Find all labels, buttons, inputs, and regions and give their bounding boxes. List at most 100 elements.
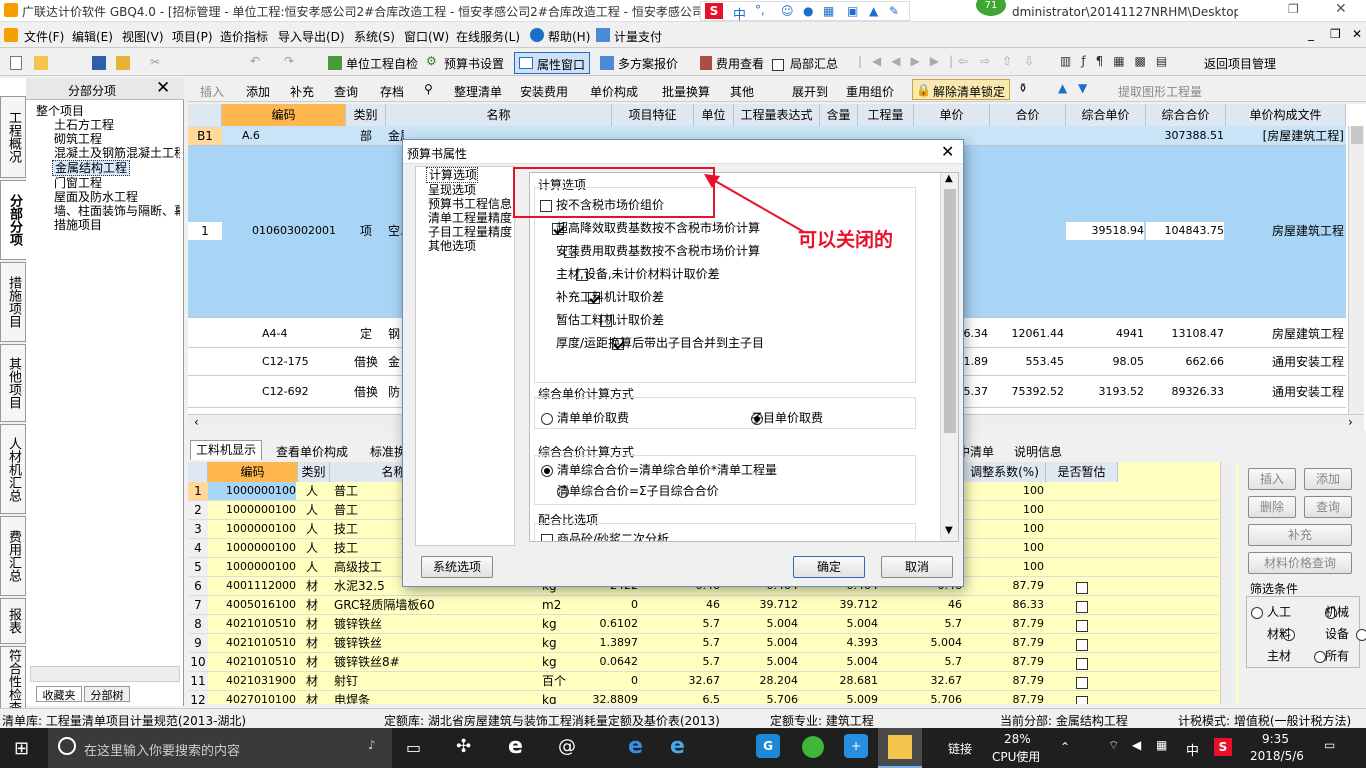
query-menu[interactable]: 查询 xyxy=(334,83,358,100)
archive-menu[interactable]: 存档 xyxy=(380,83,404,100)
expand-menu[interactable]: 展开到 xyxy=(792,83,828,100)
supplement-menu[interactable]: 补充 xyxy=(290,83,314,100)
tree-item[interactable]: 措施项目 xyxy=(30,218,180,232)
green-icon[interactable] xyxy=(802,736,824,758)
scroll-up-icon[interactable]: ▲ xyxy=(945,173,953,184)
tab-fee-summary[interactable]: 费用汇总 xyxy=(0,516,26,596)
extract-quantity-button[interactable]: 提取图形工程量 xyxy=(1118,83,1202,100)
table-row[interactable]: 12 4027010100 材 电焊条 kg 32.8809 6.5 5.706 5.009 5.… xyxy=(188,691,1218,704)
unit-composition-menu[interactable]: 单价构成 xyxy=(590,83,638,100)
ime-lang[interactable]: 中 xyxy=(733,4,746,23)
bcol-estimate[interactable]: 是否暂估 xyxy=(1046,462,1118,482)
tray-ime[interactable]: 中 xyxy=(1186,740,1199,759)
menu-file[interactable]: 文件(F) xyxy=(24,28,64,45)
scroll-left-icon[interactable]: ‹ xyxy=(194,415,199,429)
col-file[interactable]: 单价构成文件 xyxy=(1226,104,1346,126)
panel-close-icon[interactable]: ✕ xyxy=(156,78,170,98)
favorites-tab[interactable]: 收藏夹 xyxy=(36,686,82,702)
left-hscroll[interactable] xyxy=(30,666,180,682)
restore-icon[interactable]: ❐ xyxy=(1288,2,1299,16)
tree-item-selected[interactable]: 金属结构工程 xyxy=(52,160,130,176)
menu-window[interactable]: 窗口(W) xyxy=(404,28,449,45)
col-expression[interactable]: 工程量表达式 xyxy=(734,104,820,126)
filter-material[interactable]: 材料 xyxy=(1267,625,1291,642)
mix-option-checkbox[interactable] xyxy=(541,533,553,541)
tab-division[interactable]: 分部分项 xyxy=(0,180,26,260)
tab-notes[interactable]: 说明信息 xyxy=(1014,443,1062,460)
redo-icon[interactable]: ↷ xyxy=(284,54,294,68)
dialog-scroll-thumb[interactable] xyxy=(944,189,956,433)
col-comp-total[interactable]: 综合合价 xyxy=(1146,104,1226,126)
ie-icon[interactable]: e xyxy=(670,734,685,759)
filter-equipment[interactable]: 设备 xyxy=(1325,625,1349,642)
tray-volume-icon[interactable]: ◀ xyxy=(1132,738,1141,752)
shirt-icon[interactable]: ▲ xyxy=(869,4,878,18)
radio-list-price-label[interactable]: 清单单价取费 xyxy=(557,409,629,426)
tray-chevron-icon[interactable]: ⌃ xyxy=(1060,740,1070,754)
menu-import[interactable]: 导入导出(D) xyxy=(278,28,345,45)
minimize-child[interactable]: _ xyxy=(1308,27,1314,41)
up-icon[interactable]: ▲ xyxy=(1058,81,1067,95)
nav-other-options[interactable]: 其他选项 xyxy=(416,239,514,253)
wrench-icon[interactable]: ✎ xyxy=(889,4,899,18)
task-view-icon[interactable]: ▭ xyxy=(406,738,421,757)
spiral-icon[interactable]: @ xyxy=(558,736,576,757)
menu-online[interactable]: 在线服务(L) xyxy=(456,28,520,45)
organize-menu[interactable]: 整理清单 xyxy=(454,83,502,100)
tree-item[interactable]: 屋面及防水工程 xyxy=(30,190,180,204)
tray-network-icon[interactable]: ⌔ xyxy=(1108,738,1119,753)
col-code[interactable]: 编码 xyxy=(222,104,346,126)
self-check-button[interactable]: 单位工程自检 xyxy=(346,55,418,72)
menu-pay[interactable]: 计量支付 xyxy=(614,28,662,45)
add-menu[interactable]: 添加 xyxy=(246,83,270,100)
bottom-vscroll[interactable] xyxy=(1220,462,1236,704)
filter-machine[interactable]: 机械 xyxy=(1325,603,1349,620)
tab-labor-display[interactable]: 工料机显示 xyxy=(190,440,262,460)
local-summary-checkbox[interactable] xyxy=(772,58,784,71)
budget-setting-button[interactable]: 预算书设置 xyxy=(444,55,504,72)
radio-total-formula2-label[interactable]: 清单综合合价=Σ子目综合合价 xyxy=(557,482,719,499)
clock-time[interactable]: 9:35 xyxy=(1262,732,1289,746)
property-window-button[interactable]: 属性窗口 xyxy=(514,52,590,74)
estimate-checkbox[interactable] xyxy=(1076,619,1088,632)
radio-item-price-label[interactable]: 子目单价取费 xyxy=(751,409,823,426)
tab-other[interactable]: 其他项目 xyxy=(0,344,26,422)
edge-icon[interactable]: e xyxy=(508,734,523,759)
open-icon[interactable] xyxy=(34,56,48,70)
ime-toolbar[interactable]: S 中 °, ☺ ● ▦ ▣ ▲ ✎ xyxy=(700,1,910,23)
notification-icon[interactable]: ▭ xyxy=(1324,738,1335,752)
grid-vscroll[interactable] xyxy=(1348,126,1364,414)
menu-project[interactable]: 项目(P) xyxy=(172,28,213,45)
tree-root[interactable]: 整个项目 xyxy=(30,104,180,118)
other-menu[interactable]: 其他 xyxy=(730,83,754,100)
return-project-button[interactable]: 返回项目管理 xyxy=(1204,55,1276,72)
gbq-app-icon[interactable] xyxy=(878,728,922,768)
filter-labor-radio[interactable] xyxy=(1251,606,1263,619)
brush-icon[interactable]: ⚱ xyxy=(1018,81,1028,95)
unlock-list-button[interactable]: 🔒 解除清单锁定 xyxy=(912,79,1010,100)
col-feature[interactable]: 项目特征 xyxy=(612,104,694,126)
table-row[interactable]: 8 4021010510 材 镀锌铁丝 kg 0.6102 5.7 5.004 5.004 5.7… xyxy=(188,615,1218,634)
filter-main-material[interactable]: 主材 xyxy=(1267,647,1291,664)
estimate-checkbox[interactable] xyxy=(1076,657,1088,670)
tab-overview[interactable]: 工程概况 xyxy=(0,96,26,178)
restore-child[interactable]: ❐ xyxy=(1330,27,1341,41)
table-row[interactable]: 11 4021031900 材 射钉 百个 0 32.67 28.204 28.681 32.67… xyxy=(188,672,1218,691)
tab-compliance[interactable]: 符合性检查 xyxy=(0,646,26,716)
delete-button[interactable]: 删除 xyxy=(1248,496,1296,518)
tree-item[interactable]: 墙、柱面装饰与隔断、幕 xyxy=(30,204,180,218)
estimate-checkbox[interactable] xyxy=(1076,638,1088,651)
tab-unit-composition[interactable]: 查看单价构成 xyxy=(276,443,348,460)
nav-display-options[interactable]: 呈现选项 xyxy=(416,183,514,197)
price-query-button[interactable]: 材料价格查询 xyxy=(1248,552,1352,574)
scroll-right-icon[interactable]: › xyxy=(1348,415,1353,429)
undo-icon[interactable]: ↶ xyxy=(250,54,260,68)
binoculars-icon[interactable]: ⚲ xyxy=(424,82,433,96)
division-tree-tab[interactable]: 分部树 xyxy=(84,686,130,702)
system-options-button[interactable]: 系统选项 xyxy=(421,556,493,578)
menu-help[interactable]: 帮助(H) xyxy=(548,28,590,45)
bcol-type[interactable]: 类别 xyxy=(298,462,330,482)
keyboard-icon[interactable]: ▦ xyxy=(823,4,834,18)
table-row[interactable]: 7 4005016100 材 GRC轻质隔墙板60 m2 0 46 39.712 39.712 4… xyxy=(188,596,1218,615)
calc-option-label[interactable]: 主材,设备,未计价材料计取价差 xyxy=(556,265,720,282)
